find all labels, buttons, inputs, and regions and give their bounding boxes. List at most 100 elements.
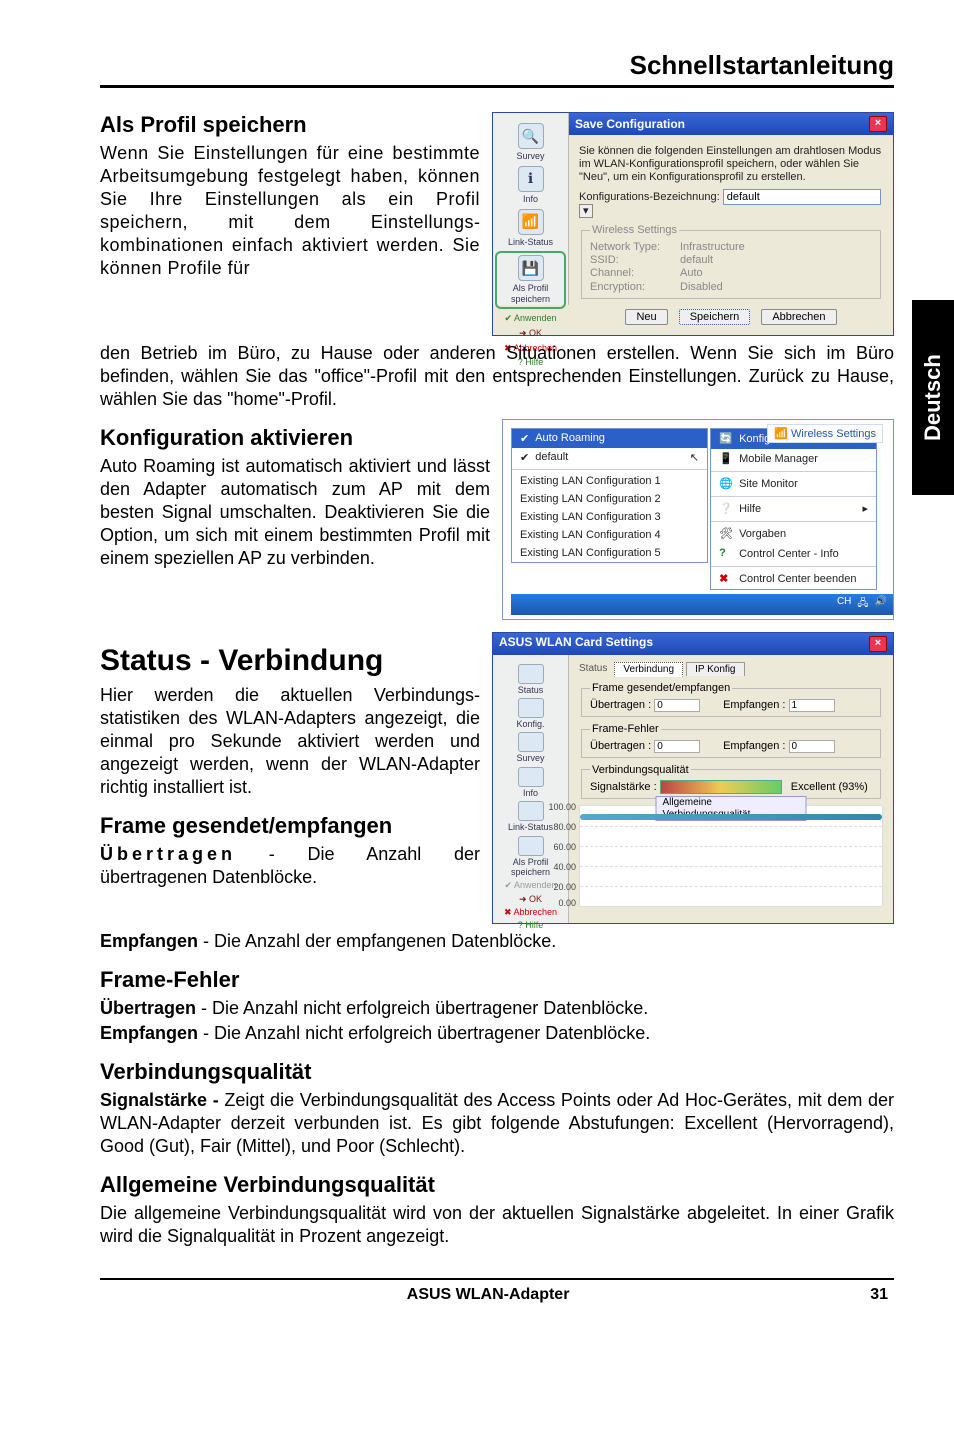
ytick: 100.00 — [546, 802, 576, 812]
definition: Zeigt die Verbindungsqualität des Access… — [100, 1090, 894, 1156]
tray-network-icon: 🖧 — [857, 596, 868, 613]
term: Signalstärke - — [100, 1090, 219, 1110]
label: Übertragen : — [590, 699, 651, 711]
tab-bar: Status Verbindung IP Konfig — [579, 661, 883, 677]
close-icon[interactable]: × — [869, 116, 887, 132]
submenu-arrow-icon: ▸ — [863, 502, 869, 515]
menu-item-site-monitor[interactable]: 🌐Site Monitor — [711, 474, 876, 494]
frames-group: Frame gesendet/empfangen Übertragen : Em… — [581, 682, 881, 717]
label: Network Type: — [590, 241, 680, 254]
group-title: Frame-Fehler — [590, 723, 661, 736]
dlg2-title: ASUS WLAN Card Settings — [499, 636, 653, 652]
txe-value — [654, 740, 700, 753]
menu-item-default[interactable]: ✔ default ↖ — [512, 448, 707, 467]
sidebar-label: Link-Status — [508, 237, 553, 247]
survey-icon: 🔍 — [518, 123, 544, 149]
sec6-para: Signalstärke - Zeigt die Verbindungsqual… — [100, 1089, 894, 1158]
definition: - Die Anzahl der empfangenen Datenblöcke… — [198, 931, 556, 951]
menu-item-cc-info[interactable]: ?Control Center - Info — [711, 544, 876, 564]
ytick: 80.00 — [546, 822, 576, 832]
quality-group: Verbindungsqualität Signalstärke : Excel… — [581, 764, 881, 800]
tab-ipconfig[interactable]: IP Konfig — [686, 662, 744, 677]
menu-item-config2[interactable]: Existing LAN Configuration 2 — [512, 490, 707, 508]
info-icon — [518, 767, 544, 787]
sidebar-item-save-profile[interactable]: 💾 Als Profil speichern — [495, 251, 566, 309]
dlg1-title: Save Configuration — [575, 117, 685, 131]
footer-rule — [100, 1278, 894, 1280]
survey-icon — [518, 732, 544, 752]
signal-text: Excellent (93%) — [791, 781, 868, 793]
config-name-input[interactable] — [723, 189, 881, 205]
system-tray: CH 🖧 🔊 — [511, 594, 893, 615]
link-status-icon: 📶 — [518, 209, 544, 235]
value: Infrastructure — [680, 241, 745, 253]
save-config-dialog: 🔍 Survey ℹ Info 📶 Link-Status 💾 Als Prof… — [492, 112, 894, 336]
quality-line — [580, 814, 882, 820]
wireless-settings-group: Wireless Settings Network Type:Infrastru… — [581, 224, 881, 299]
ytick: 20.00 — [546, 882, 576, 892]
menu-item-config5[interactable]: Existing LAN Configuration 5 — [512, 544, 707, 562]
page-number: 31 — [870, 1286, 888, 1304]
sidebar-item-info[interactable]: ℹ Info — [495, 166, 566, 205]
dropdown-arrow-icon[interactable]: ▾ — [579, 204, 593, 218]
save-button[interactable]: Speichern — [679, 309, 751, 325]
title-rule — [100, 85, 894, 88]
sidebar-item-survey[interactable]: 🔍 Survey — [495, 123, 566, 162]
menu-item-config4[interactable]: Existing LAN Configuration 4 — [512, 526, 707, 544]
save-icon — [518, 836, 544, 856]
sidebar-item-survey[interactable]: Survey — [495, 732, 566, 763]
value: default — [680, 254, 713, 266]
new-button[interactable]: Neu — [625, 309, 667, 325]
close-icon: ✖ — [719, 572, 733, 586]
sidebar-item-linkstatus[interactable]: 📶 Link-Status — [495, 209, 566, 248]
status-dialog: ASUS WLAN Card Settings × Status Konfig.… — [492, 632, 894, 924]
label: Channel: — [590, 267, 680, 280]
close-icon[interactable]: × — [869, 636, 887, 652]
dlg1-titlebar: Save Configuration × — [569, 113, 893, 135]
config-name-label: Konfigurations-Bezeichnung: — [579, 191, 720, 203]
menu-item-mobile-manager[interactable]: 📱Mobile Manager — [711, 449, 876, 469]
profile-menu: ✔ Auto Roaming ✔ default ↖ Existing LAN … — [511, 428, 708, 563]
menu-item-config3[interactable]: Existing LAN Configuration 3 — [512, 508, 707, 526]
sidebar-label: OK — [529, 328, 542, 338]
menu-item-exit[interactable]: ✖Control Center beenden — [711, 569, 876, 589]
frame-error-group: Frame-Fehler Übertragen : Empfangen : — [581, 723, 881, 758]
group-title: Wireless Settings — [590, 224, 679, 237]
cancel-button[interactable]: Abbrechen — [761, 309, 836, 325]
help-icon: ❔ — [719, 502, 733, 516]
sidebar-label: Survey — [516, 151, 544, 161]
label: Empfangen : — [723, 699, 785, 711]
sec5-line2: Empfangen - Die Anzahl nicht erfolgreich… — [100, 1022, 894, 1045]
sidebar-item-info[interactable]: Info — [495, 767, 566, 798]
doc-title: Schnellstartanleitung — [100, 50, 894, 81]
context-menu-figure: 📶 Wireless Settings ✔ Auto Roaming ✔ def… — [502, 419, 894, 620]
label: SSID: — [590, 254, 680, 267]
main-context-menu: 🔄Konfiguration aktivieren▸ 📱Mobile Manag… — [710, 428, 877, 590]
menu-item-auto-roaming[interactable]: ✔ Auto Roaming — [512, 429, 707, 448]
rx-value — [789, 699, 835, 712]
sidebar-item-status[interactable]: Status — [495, 664, 566, 695]
group-title: Frame gesendet/empfangen — [590, 682, 732, 695]
label: Encryption: — [590, 281, 680, 294]
language-tab: Deutsch — [912, 300, 954, 495]
menu-item-config1[interactable]: Existing LAN Configuration 1 — [512, 472, 707, 490]
activate-icon: 🔄 — [719, 432, 733, 446]
tab-connection[interactable]: Verbindung — [614, 662, 683, 678]
ytick: 40.00 — [546, 862, 576, 872]
save-icon: 💾 — [518, 255, 544, 281]
label: Signalstärke : — [590, 781, 657, 793]
footer-product: ASUS WLAN-Adapter — [106, 1286, 870, 1304]
menu-item-help[interactable]: ❔Hilfe▸ — [711, 499, 876, 519]
sidebar-item-ok[interactable]: ➜ OK — [495, 328, 566, 339]
sidebar-item-apply[interactable]: ✔ Anwenden — [495, 313, 566, 324]
sec6-heading: Verbindungsqualität — [100, 1059, 894, 1085]
sec5-heading: Frame-Fehler — [100, 967, 894, 993]
page-footer: ASUS WLAN-Adapter 31 — [100, 1286, 894, 1304]
sec5-line1: Übertragen - Die Anzahl nicht erfolgreic… — [100, 997, 894, 1020]
menu-item-prefs[interactable]: 🛠Vorgaben — [711, 524, 876, 544]
tray-volume-icon: 🔊 — [875, 596, 887, 613]
dlg2-titlebar: ASUS WLAN Card Settings × — [493, 633, 893, 655]
sec4-line2: Empfangen - Die Anzahl der empfangenen D… — [100, 930, 894, 953]
sidebar-item-config[interactable]: Konfig. — [495, 698, 566, 729]
prefs-icon: 🛠 — [719, 527, 733, 541]
